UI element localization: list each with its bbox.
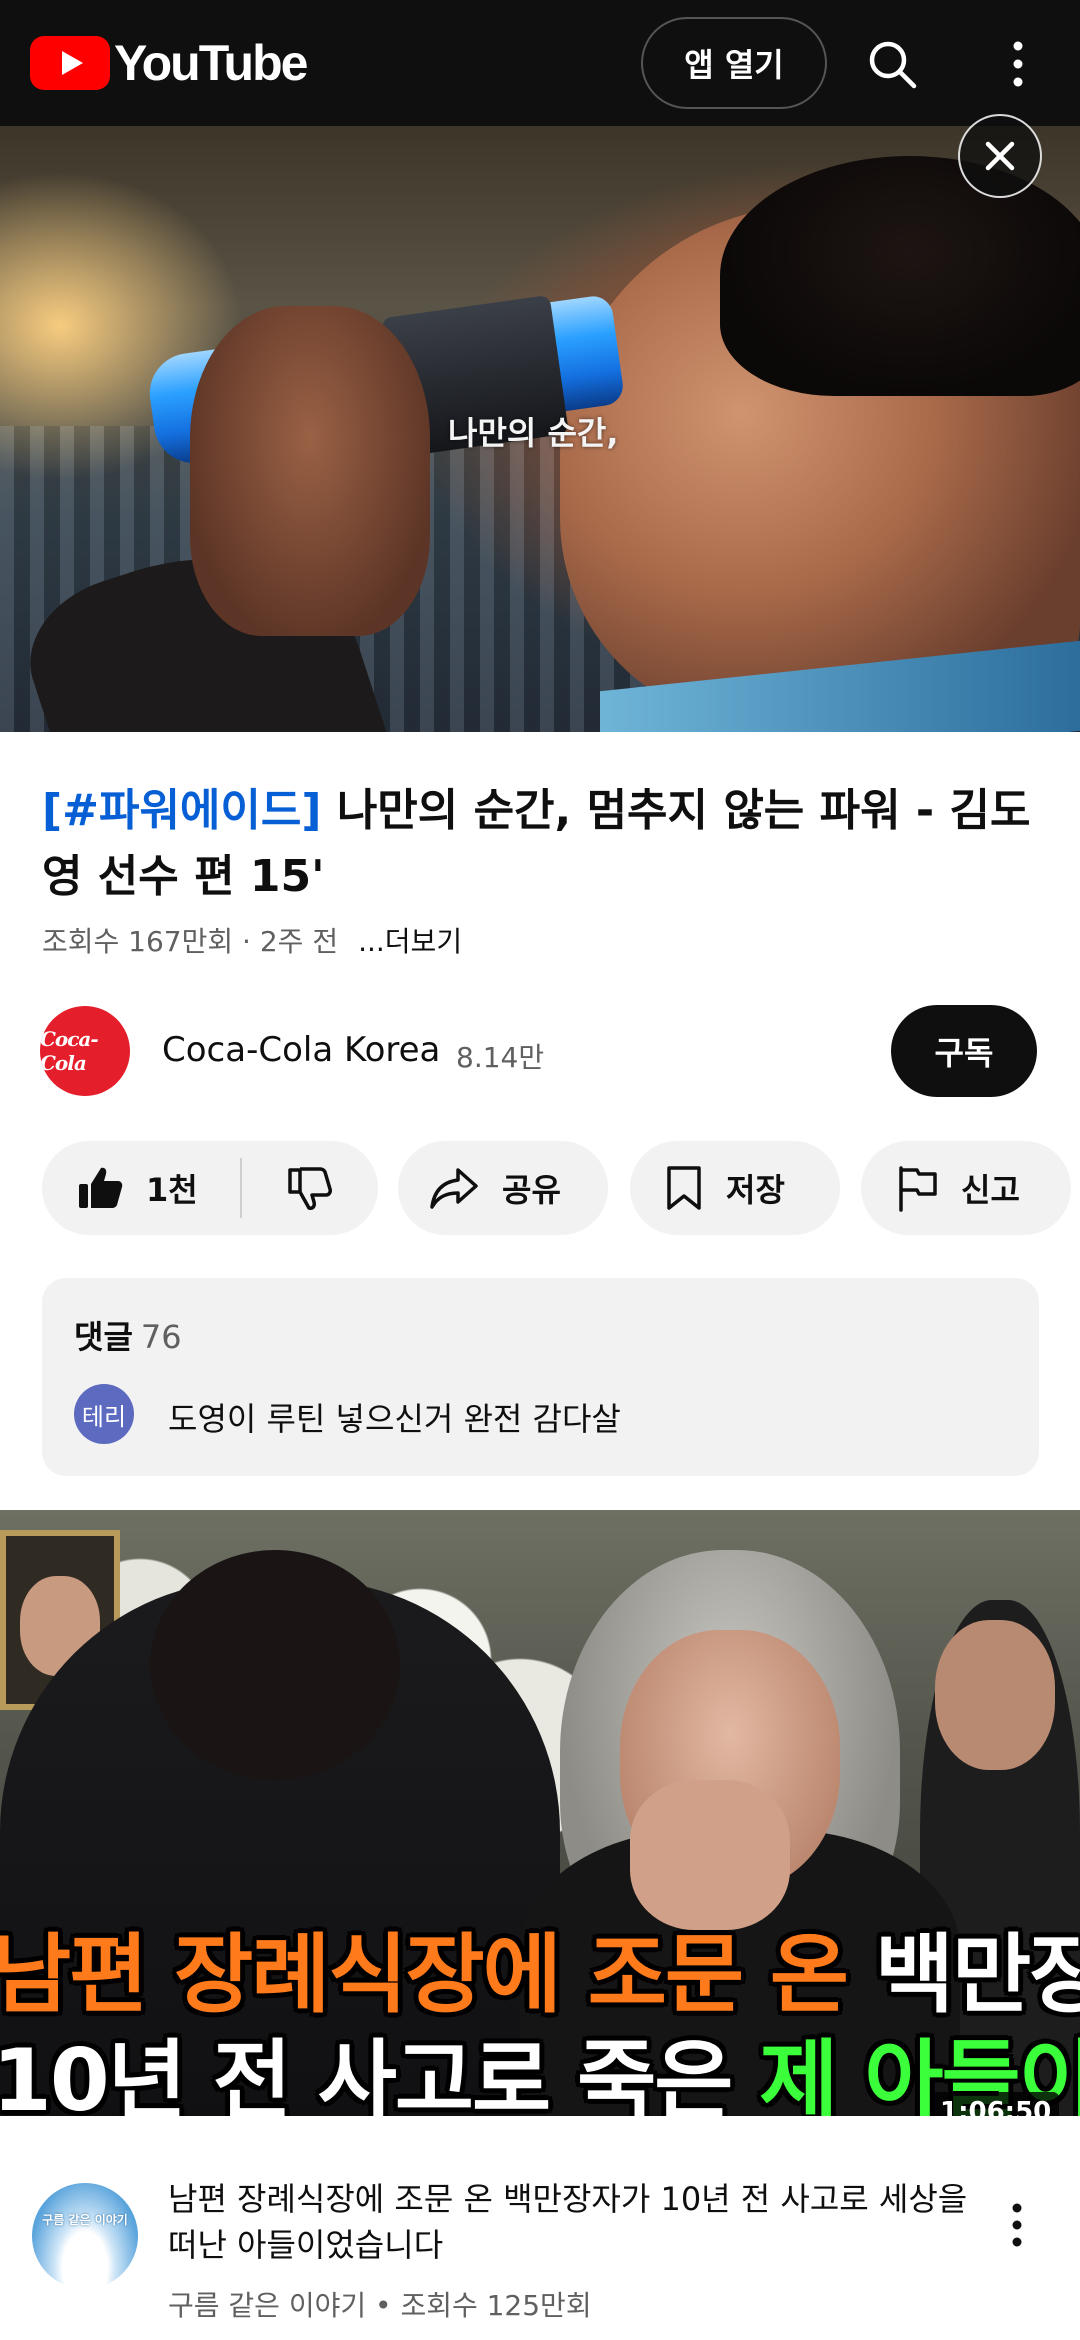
top-app-bar: YouTube 앱 열기	[0, 0, 1080, 126]
next-video-meta: 구름 같은 이야기 • 조회수 125만회	[168, 2289, 592, 2322]
thumbs-down-icon	[288, 1167, 332, 1210]
more-vert-icon[interactable]	[1002, 2200, 1032, 2250]
background-person-face	[935, 1620, 1055, 1770]
thumbnail-caption-line-2: 10년 전 사고로 죽은 제 아들이었습니다..	[0, 2010, 1080, 2116]
ad-video-player[interactable]: 나만의 순간,	[0, 126, 1080, 732]
share-icon	[430, 1168, 478, 1209]
next-video-title[interactable]: 남편 장례식장에 조문 온 백만장자가 10년 전 사고로 세상을 떠난 아들이…	[168, 2176, 968, 2268]
video-subtitle: 나만의 순간,	[448, 414, 619, 452]
commenter-avatar: 테리	[74, 1384, 134, 1444]
hand-shape	[190, 306, 430, 636]
channel-avatar-text: 구름 같은 이야기	[42, 2213, 128, 2227]
subscriber-count: 8.14만	[456, 1041, 545, 1074]
comments-header: 댓글 76	[74, 1312, 182, 1358]
next-video-thumbnail[interactable]: 남편 장례식장에 조문 온 백만장자가 10년 전 사고로 죽은 제 아들이었습…	[0, 1510, 1080, 2116]
channel-name[interactable]: Coca-Cola Korea	[162, 1030, 440, 1070]
more-vert-icon[interactable]	[1000, 38, 1036, 90]
thumbs-up-icon	[79, 1167, 123, 1208]
comments-title: 댓글	[74, 1318, 133, 1356]
close-player-button[interactable]	[958, 114, 1042, 198]
save-button[interactable]: 저장	[630, 1141, 840, 1235]
report-button[interactable]: 신고	[861, 1141, 1071, 1235]
hashtag-link[interactable]: [#파워에이드]	[42, 785, 322, 836]
comments-count: 76	[140, 1318, 182, 1356]
view-count-date: 조회수 167만회 · 2주 전	[42, 925, 339, 958]
caption-white-part-2: 10년 전 사고로 죽은	[0, 2031, 760, 2116]
man-head	[150, 1550, 400, 1780]
report-label: 신고	[961, 1171, 1020, 1209]
like-button[interactable]: 1천	[42, 1141, 240, 1235]
comments-section[interactable]: 댓글 76 테리 도영이 루틴 넣으신거 완전 감다살	[42, 1278, 1039, 1476]
next-video-channel-avatar[interactable]: 구름 같은 이야기	[32, 2183, 138, 2289]
youtube-wordmark[interactable]: YouTube	[114, 34, 308, 92]
video-meta[interactable]: 조회수 167만회 · 2주 전 ...더보기	[42, 920, 462, 960]
close-icon	[985, 141, 1015, 171]
coca-cola-logo: Coca-Cola	[40, 1027, 99, 1075]
open-app-button[interactable]: 앱 열기	[641, 17, 827, 109]
share-label: 공유	[502, 1171, 561, 1209]
show-more-link[interactable]: ...더보기	[358, 925, 462, 958]
like-dislike-group: 1천	[42, 1141, 378, 1235]
video-title[interactable]: [#파워에이드] 나만의 순간, 멈추지 않는 파워 - 김도영 선수 편 15…	[42, 778, 1042, 910]
top-comment-text: 도영이 루틴 넣으신거 완전 감다살	[168, 1400, 621, 1438]
like-count: 1천	[146, 1171, 198, 1209]
channel-avatar[interactable]: Coca-Cola	[40, 1006, 130, 1096]
bookmark-icon	[667, 1166, 701, 1210]
subscribe-button[interactable]: 구독	[891, 1005, 1037, 1097]
share-button[interactable]: 공유	[398, 1141, 608, 1235]
video-duration-badge: 1:06:50	[932, 2092, 1060, 2116]
flag-icon	[899, 1166, 937, 1212]
save-label: 저장	[726, 1171, 785, 1209]
search-icon[interactable]	[866, 38, 918, 90]
dislike-button[interactable]	[242, 1141, 378, 1235]
athlete-hair	[720, 156, 1080, 396]
youtube-logo-icon[interactable]	[30, 36, 110, 90]
